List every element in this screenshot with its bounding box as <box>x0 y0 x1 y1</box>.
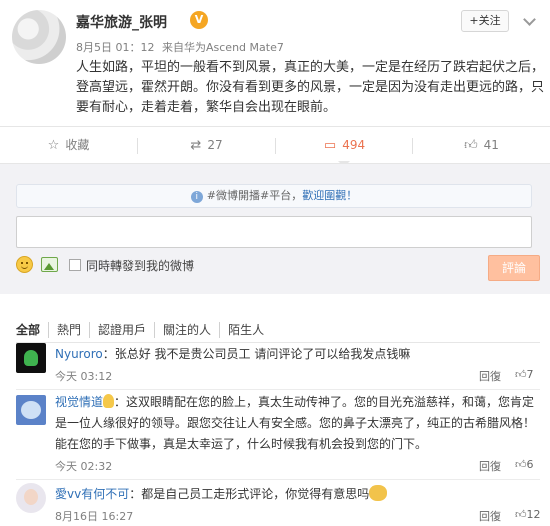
submit-comment-button[interactable]: 評論 <box>488 255 540 281</box>
info-icon: i <box>190 191 203 203</box>
post-text: 人生如路，平坦的一般看不到风景，真正的大美，一定是在经历了跌宕起伏之后，登高望远… <box>76 60 545 115</box>
reply-button[interactable]: 回復 <box>479 508 501 524</box>
thumbs-up-icon: 👍︎ <box>464 138 478 153</box>
comment-button[interactable]: ▭ 494 <box>276 127 413 167</box>
commenter-name[interactable]: 愛vv有何不可 <box>55 487 129 501</box>
thumbs-up-icon: 👍︎ <box>515 458 527 471</box>
comment-input[interactable] <box>16 216 532 248</box>
commenter-avatar[interactable] <box>16 343 46 373</box>
post-meta: 8月5日 01：12 来自华为Ascend Mate7 <box>76 39 284 55</box>
tab-following[interactable]: 關注的人 <box>154 322 219 338</box>
comment-text: 愛vv有何不可：都是自己员工走形式评论，你觉得有意思吗 <box>55 484 525 505</box>
commenter-name[interactable]: Nyuroro <box>55 347 103 361</box>
comment-like-count: 7 <box>526 368 534 381</box>
post-source: 来自华为Ascend Mate7 <box>162 41 284 54</box>
emoji-icon[interactable] <box>16 256 33 273</box>
lightbulb-icon <box>103 394 115 408</box>
thumbs-up-icon: 👍︎ <box>515 368 527 381</box>
like-button[interactable]: 👍︎ 41 <box>413 127 550 163</box>
author-name[interactable]: 嘉华旅游_张明 <box>76 12 167 32</box>
comment-body: ：都是自己员工走形式评论，你觉得有意思吗 <box>129 487 370 501</box>
verified-badge-icon: V <box>190 11 208 29</box>
commenter-avatar[interactable] <box>16 395 46 425</box>
chevron-down-icon[interactable] <box>523 13 536 26</box>
comment-composer: i #微博開播#平台，歡迎圍觀！ 同時轉發到我的微博 評論 <box>0 164 550 294</box>
comment-filter-tabs: 全部 熱門 認證用戶 關注的人 陌生人 <box>16 322 272 340</box>
star-icon: ☆ <box>47 138 60 153</box>
tab-hot[interactable]: 熱門 <box>48 322 89 338</box>
tab-strangers[interactable]: 陌生人 <box>219 322 272 338</box>
tab-verified[interactable]: 認證用戶 <box>89 322 154 338</box>
repost-checkbox[interactable] <box>69 259 81 271</box>
comment-text: 视觉情道 ：这双眼睛配在您的脸上，真太生动传神了。您的目光充溢慈祥，和蔼，您肯定是… <box>55 392 540 455</box>
comment-time: 今天 02:32 <box>55 460 113 473</box>
comment-body: ：这双眼睛配在您的脸上，真太生动传神了。您的目光充溢慈祥，和蔼，您肯定是一位人缘… <box>55 395 536 451</box>
thumbs-up-icon: 👍︎ <box>515 508 527 521</box>
post-time[interactable]: 8月5日 01：12 <box>76 41 155 54</box>
comment-like-count: 12 <box>526 508 541 521</box>
comment-text: Nyuroro：张总好 我不是贵公司员工 请问评论了可以给我发点钱嘛 <box>55 344 535 365</box>
comment-like-button[interactable]: 👍︎6 <box>515 458 534 471</box>
comment-time: 今天 03:12 <box>55 370 113 383</box>
comment-icon: ▭ <box>323 138 337 153</box>
action-bar: ☆ 收藏 ⇄ 27 ▭ 494 👍︎ 41 <box>0 126 550 167</box>
image-icon[interactable] <box>41 257 58 272</box>
like-count: 41 <box>483 138 499 152</box>
favorite-button[interactable]: ☆ 收藏 <box>0 127 137 163</box>
comment-body: ：张总好 我不是贵公司员工 请问评论了可以给我发点钱嘛 <box>102 347 411 361</box>
repost-button[interactable]: ⇄ 27 <box>138 127 275 163</box>
promo-banner[interactable]: i #微博開播#平台，歡迎圍觀！ <box>16 184 532 208</box>
promo-text: #微博開播#平台， <box>206 189 303 202</box>
comment-time: 8月16日 16:27 <box>55 510 134 523</box>
comment-like-button[interactable]: 👍︎12 <box>515 508 541 521</box>
repost-icon: ⇄ <box>190 138 202 153</box>
repost-checkbox-label[interactable]: 同時轉發到我的微博 <box>86 257 194 274</box>
repost-count: 27 <box>207 138 223 152</box>
cat-emoji-icon <box>369 485 388 501</box>
divider <box>16 479 540 480</box>
promo-link[interactable]: 歡迎圍觀！ <box>302 189 357 202</box>
commenter-name[interactable]: 视觉情道 <box>55 395 103 409</box>
comment-like-count: 6 <box>526 458 534 471</box>
author-avatar[interactable] <box>12 10 66 64</box>
favorite-label: 收藏 <box>65 138 90 152</box>
reply-button[interactable]: 回復 <box>479 368 501 384</box>
tab-all[interactable]: 全部 <box>16 322 48 338</box>
comment-like-button[interactable]: 👍︎7 <box>515 368 534 381</box>
commenter-avatar[interactable] <box>16 483 46 513</box>
weibo-post-card: 嘉华旅游_张明 V 8月5日 01：12 来自华为Ascend Mate7 +关… <box>0 0 550 526</box>
divider <box>16 342 540 343</box>
comment-count: 494 <box>342 138 366 152</box>
divider <box>16 389 540 390</box>
follow-button[interactable]: +关注 <box>461 10 509 32</box>
reply-button[interactable]: 回復 <box>479 458 501 474</box>
